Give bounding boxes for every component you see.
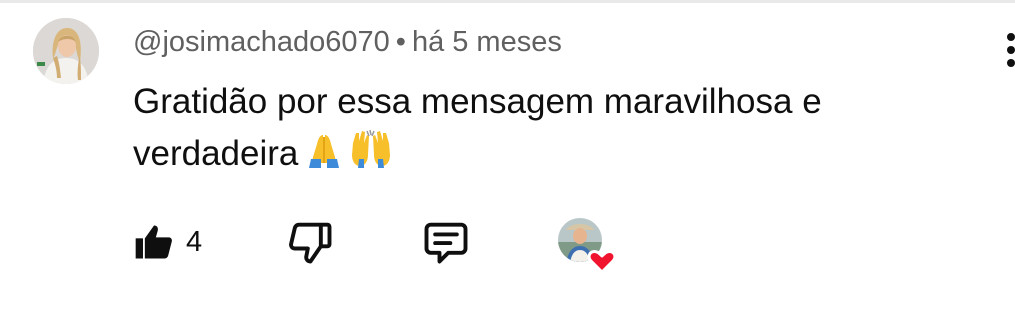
thumbs-down-icon <box>289 222 332 264</box>
reply-button[interactable] <box>420 216 472 268</box>
vertical-ellipsis-icon[interactable] <box>1000 30 1015 70</box>
comment-time: há 5 meses <box>411 26 562 58</box>
dislike-button[interactable] <box>284 216 336 268</box>
comment-meta: @josimachado6070 • há 5 meses <box>133 22 562 62</box>
raising-hands-emoji <box>350 129 392 184</box>
comment-actions: 4 <box>0 212 1015 274</box>
thumbs-up-icon <box>135 225 172 259</box>
comment-body: Gratidão por essa mensagem maravilhosa e… <box>133 82 822 173</box>
comment-bubble-icon <box>424 222 468 264</box>
like-button[interactable]: 4 <box>128 212 218 272</box>
comment-item: @josimachado6070 • há 5 meses Gratidão por… <box>0 0 1015 315</box>
folded-hands-emoji <box>304 129 344 184</box>
creator-heart-icon <box>556 216 620 276</box>
avatar-image <box>33 18 99 84</box>
author-handle[interactable]: @josimachado6070 <box>133 26 390 58</box>
author-avatar[interactable] <box>33 18 99 84</box>
like-count: 4 <box>186 226 203 258</box>
meta-separator: • <box>395 26 406 58</box>
comment-text: Gratidão por essa mensagem maravilhosa e… <box>133 76 933 184</box>
